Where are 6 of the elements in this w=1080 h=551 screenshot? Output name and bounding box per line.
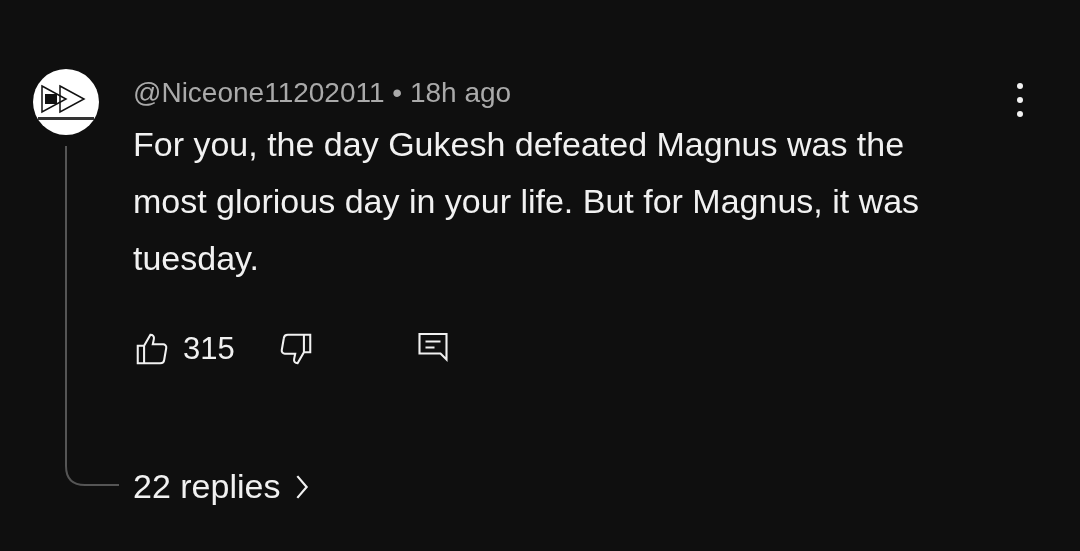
like-button[interactable]: 315: [133, 330, 235, 368]
comment-meta: @Niceone11202011 • 18h ago: [133, 76, 513, 110]
avatar[interactable]: [32, 68, 100, 136]
replies-link[interactable]: 22 replies: [133, 467, 311, 506]
like-count: 315: [183, 331, 235, 367]
comment-text: For you, the day Gukesh defeated Magnus was the most glorious day in your life. But for Magnus, it was tuesday.: [133, 124, 921, 279]
